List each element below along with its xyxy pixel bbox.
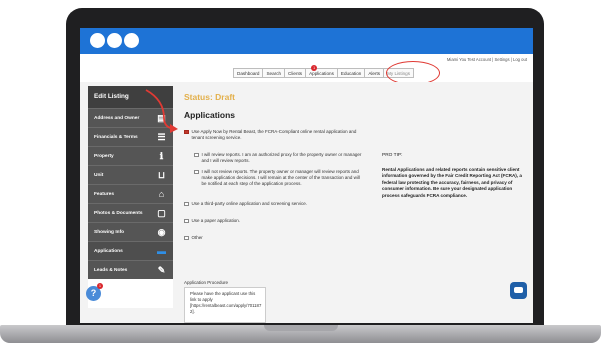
stage: Miami You Test Account | Settings | Log …: [0, 0, 601, 343]
arrow-curve: [145, 89, 176, 130]
laptop-notch: [264, 325, 338, 331]
arrow-head: [170, 124, 178, 133]
laptop-screen: Miami You Test Account | Settings | Log …: [80, 28, 533, 323]
annotation-arrow: [145, 89, 178, 133]
